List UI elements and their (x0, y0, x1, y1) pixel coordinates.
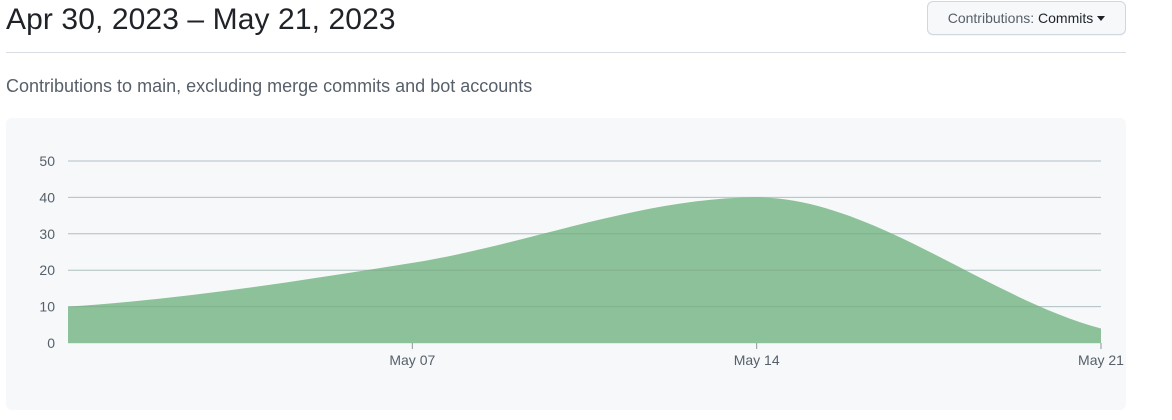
contributions-select-button[interactable]: Contributions: Commits (927, 1, 1126, 35)
contributions-value: Commits (1038, 10, 1094, 26)
y-tick-label: 10 (39, 299, 55, 315)
page-header: Apr 30, 2023 – May 21, 2023 Contribution… (6, 0, 1126, 53)
chart-subtitle: Contributions to main, excluding merge c… (6, 76, 533, 96)
commits-chart: 0 10 20 30 40 50 May 07 May 14 May 21 (6, 118, 1126, 410)
y-tick-label: 30 (39, 226, 55, 242)
y-tick-label: 40 (39, 189, 55, 205)
y-tick-label: 20 (39, 262, 55, 278)
x-tick-label: May 14 (734, 352, 780, 368)
caret-down-icon (1097, 15, 1106, 21)
y-tick-label: 50 (39, 153, 55, 169)
y-tick-label: 0 (47, 335, 55, 351)
date-range-title: Apr 30, 2023 – May 21, 2023 (6, 3, 396, 36)
x-tick-label: May 21 (1078, 352, 1124, 368)
chart-svg: 0 10 20 30 40 50 May 07 May 14 May 21 (39, 153, 1124, 368)
contributions-label: Contributions: (947, 10, 1035, 26)
x-tick-label: May 07 (389, 352, 435, 368)
